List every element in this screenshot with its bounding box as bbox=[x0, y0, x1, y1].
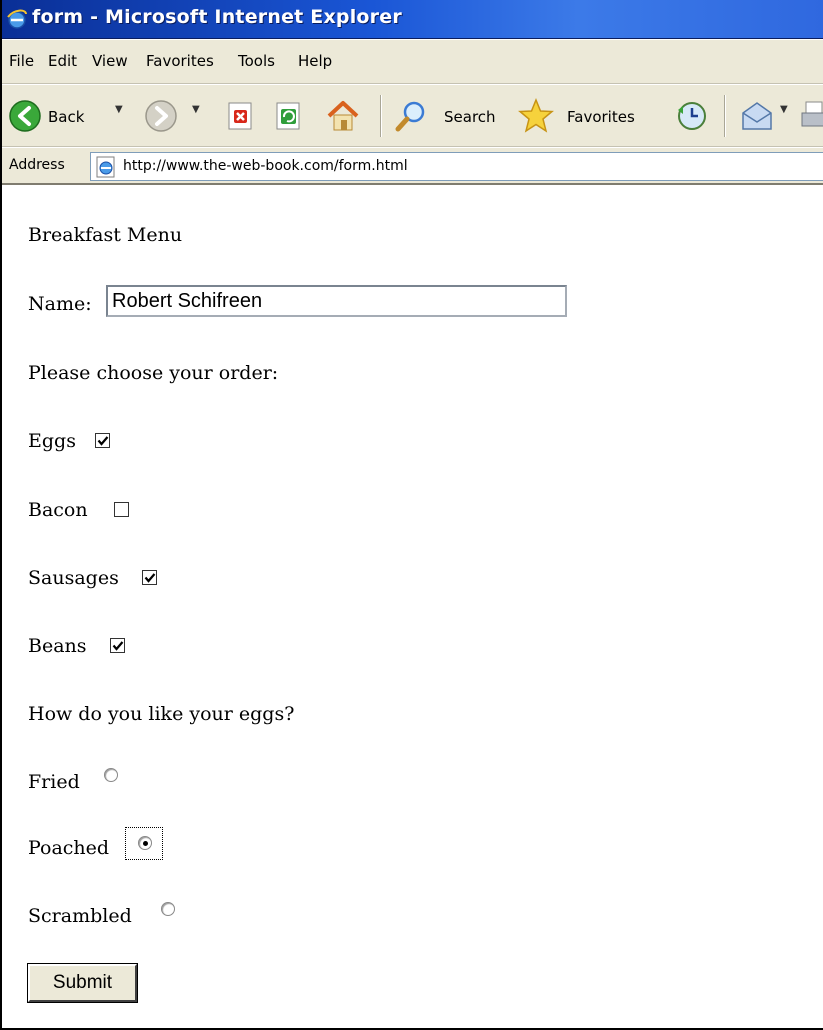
forward-arrow-icon bbox=[145, 100, 177, 132]
browser-window: form - Microsoft Internet Explorer File … bbox=[0, 0, 823, 1030]
poached-label: Poached bbox=[28, 837, 110, 859]
menu-edit[interactable]: Edit bbox=[48, 52, 77, 70]
fried-radio[interactable] bbox=[104, 768, 118, 782]
toolbar-separator bbox=[724, 95, 726, 137]
toolbar-separator bbox=[380, 95, 382, 137]
favorites-label: Favorites bbox=[567, 108, 635, 126]
search-icon bbox=[395, 101, 425, 132]
page-content: Breakfast Menu Name: Robert Schifreen Pl… bbox=[4, 187, 823, 1028]
checkmark-icon bbox=[97, 436, 109, 446]
eggs-checkbox[interactable] bbox=[95, 433, 110, 448]
address-input[interactable]: http://www.the-web-book.com/form.html bbox=[90, 152, 823, 181]
address-url: http://www.the-web-book.com/form.html bbox=[123, 158, 408, 174]
poached-radio[interactable] bbox=[138, 836, 152, 850]
name-input-value: Robert Schifreen bbox=[112, 290, 263, 312]
bacon-label: Bacon bbox=[28, 499, 88, 521]
mail-dropdown-icon[interactable]: ▼ bbox=[780, 104, 788, 115]
page-icon bbox=[96, 156, 115, 178]
refresh-icon bbox=[276, 102, 300, 130]
menu-bar: File Edit View Favorites Tools Help bbox=[2, 40, 823, 84]
beans-checkbox[interactable] bbox=[110, 638, 125, 653]
title-bar: form - Microsoft Internet Explorer bbox=[2, 0, 823, 39]
back-button[interactable]: Back bbox=[6, 96, 131, 136]
history-icon bbox=[678, 102, 706, 130]
back-dropdown-icon[interactable]: ▼ bbox=[115, 104, 123, 115]
home-icon bbox=[327, 101, 359, 131]
back-arrow-icon bbox=[9, 100, 41, 132]
window-title: form - Microsoft Internet Explorer bbox=[32, 6, 402, 28]
favorites-star-icon bbox=[518, 98, 554, 133]
bacon-checkbox[interactable] bbox=[114, 502, 129, 517]
menu-file[interactable]: File bbox=[9, 52, 34, 70]
address-label: Address bbox=[9, 157, 65, 173]
home-button[interactable] bbox=[322, 96, 366, 136]
refresh-button[interactable] bbox=[270, 96, 310, 136]
fried-label: Fried bbox=[28, 771, 80, 793]
forward-button[interactable] bbox=[142, 96, 180, 136]
scrambled-label: Scrambled bbox=[28, 905, 132, 927]
eggs-style-prompt: How do you like your eggs? bbox=[28, 703, 295, 725]
toolbar: Back ▼ ▼ Search Favorites ▼ bbox=[2, 85, 823, 147]
menu-favorites[interactable]: Favorites bbox=[146, 52, 214, 70]
search-label: Search bbox=[444, 108, 496, 126]
stop-icon bbox=[228, 102, 252, 130]
address-bar: Address http://www.the-web-book.com/form… bbox=[2, 148, 823, 185]
name-label: Name: bbox=[28, 293, 92, 315]
favorites-button[interactable]: Favorites bbox=[515, 96, 647, 136]
print-icon bbox=[801, 101, 823, 127]
mail-button[interactable] bbox=[736, 96, 776, 136]
name-input[interactable]: Robert Schifreen bbox=[106, 285, 567, 317]
ie-logo-icon bbox=[7, 9, 27, 29]
mail-icon bbox=[742, 102, 772, 130]
forward-dropdown-icon[interactable]: ▼ bbox=[192, 104, 200, 115]
checkmark-icon bbox=[144, 573, 156, 583]
menu-view[interactable]: View bbox=[92, 52, 128, 70]
search-button[interactable]: Search bbox=[392, 96, 504, 136]
checkmark-icon bbox=[112, 641, 124, 651]
sausages-checkbox[interactable] bbox=[142, 570, 157, 585]
eggs-label: Eggs bbox=[28, 430, 76, 452]
beans-label: Beans bbox=[28, 635, 87, 657]
submit-button[interactable]: Submit bbox=[28, 964, 137, 1002]
order-prompt: Please choose your order: bbox=[28, 362, 279, 384]
stop-button[interactable] bbox=[222, 96, 262, 136]
radio-dot-icon bbox=[143, 841, 148, 846]
print-button[interactable] bbox=[798, 96, 823, 136]
form-heading: Breakfast Menu bbox=[28, 224, 183, 246]
scrambled-radio[interactable] bbox=[161, 902, 175, 916]
back-label: Back bbox=[48, 108, 85, 126]
menu-help[interactable]: Help bbox=[298, 52, 332, 70]
menu-tools[interactable]: Tools bbox=[238, 52, 275, 70]
history-button[interactable] bbox=[670, 96, 714, 136]
sausages-label: Sausages bbox=[28, 567, 119, 589]
